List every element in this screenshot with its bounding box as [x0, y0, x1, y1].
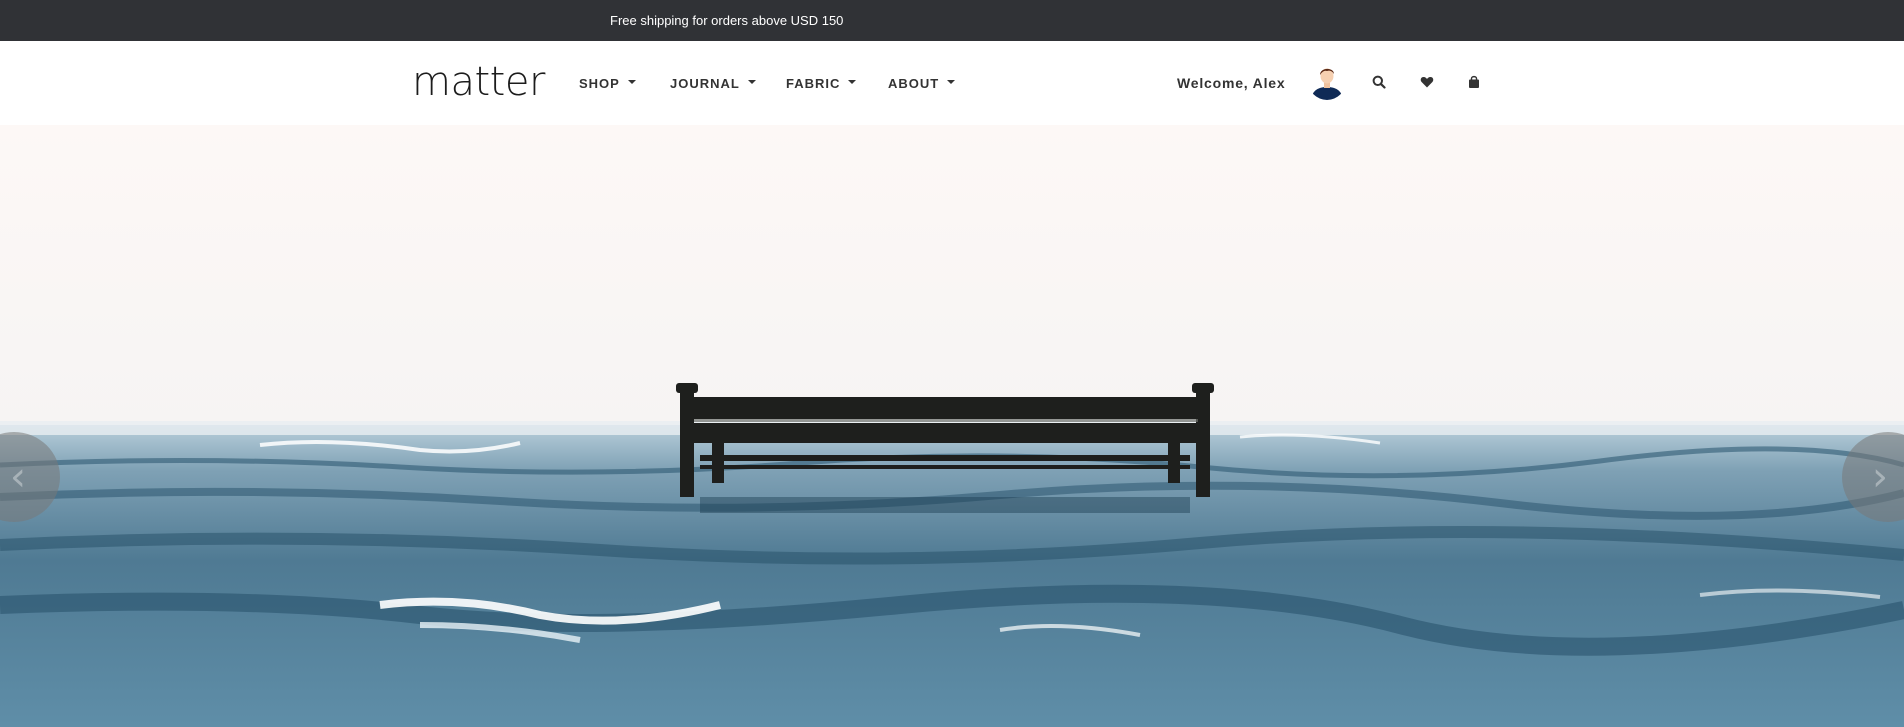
heart-icon[interactable]	[1420, 75, 1434, 89]
chevron-down-icon	[747, 79, 756, 84]
announcement-text: Free shipping for orders above USD 150	[610, 13, 844, 28]
nav-item-fabric[interactable]: FABRIC	[786, 76, 857, 91]
nav-item-shop[interactable]: SHOP	[579, 76, 636, 91]
site-header: matter SHOP JOURNAL FABRIC ABOUT Welcome…	[0, 41, 1904, 125]
shopping-bag-icon[interactable]	[1467, 75, 1481, 89]
chevron-left-icon: ‹	[10, 454, 26, 500]
nav-label: SHOP	[579, 76, 620, 91]
welcome-message: Welcome, Alex	[1177, 75, 1286, 91]
user-avatar[interactable]	[1308, 62, 1346, 100]
announcement-bar: Free shipping for orders above USD 150	[0, 0, 1904, 41]
nav-item-journal[interactable]: JOURNAL	[670, 76, 756, 91]
nav-label: ABOUT	[888, 76, 940, 91]
nav-label: FABRIC	[786, 76, 841, 91]
search-icon[interactable]	[1372, 75, 1386, 89]
chevron-down-icon	[947, 79, 956, 84]
nav-label: JOURNAL	[670, 76, 740, 91]
site-logo[interactable]: matter	[412, 59, 545, 105]
nav-item-about[interactable]: ABOUT	[888, 76, 956, 91]
chevron-right-icon: ›	[1872, 454, 1888, 500]
hero-banner-image	[0, 125, 1904, 727]
chevron-down-icon	[848, 79, 857, 84]
chevron-down-icon	[627, 79, 636, 84]
